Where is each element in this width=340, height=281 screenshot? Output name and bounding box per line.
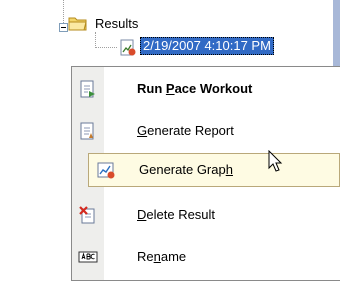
- menu-item-generate-graph[interactable]: Generate Graph: [88, 153, 340, 187]
- collapse-toggle[interactable]: [59, 23, 68, 32]
- tree-connector: [63, 0, 64, 23]
- menu-item-label: Generate Report: [137, 123, 234, 138]
- tree-item-results[interactable]: Results: [95, 16, 138, 32]
- menu-item-run-pace-workout[interactable]: Run Pace Workout: [72, 72, 340, 106]
- context-menu: Run Pace Workout Generate Report Generat…: [71, 66, 340, 281]
- rename-icon: [78, 251, 98, 263]
- menu-item-label: Delete Result: [137, 207, 216, 222]
- run-workout-icon: [80, 80, 95, 98]
- menu-item-label: Generate Graph: [139, 162, 233, 177]
- graph-icon: [97, 162, 115, 179]
- delete-icon: [79, 206, 95, 224]
- tree-connector: [95, 47, 117, 48]
- menu-item-rename[interactable]: Rename: [72, 240, 340, 274]
- folder-icon: [68, 17, 87, 31]
- menu-item-delete-result[interactable]: Delete Result: [72, 198, 340, 232]
- result-document-icon: [120, 39, 136, 56]
- menu-item-label: Rename: [137, 249, 187, 264]
- menu-item-label: Run Pace Workout: [137, 81, 253, 96]
- tree-connector: [95, 32, 96, 48]
- report-icon: [80, 122, 94, 140]
- mouse-cursor-icon: [268, 150, 283, 172]
- tree-item-selected-result[interactable]: 2/19/2007 4:10:17 PM: [140, 37, 274, 55]
- menu-item-generate-report[interactable]: Generate Report: [72, 114, 340, 148]
